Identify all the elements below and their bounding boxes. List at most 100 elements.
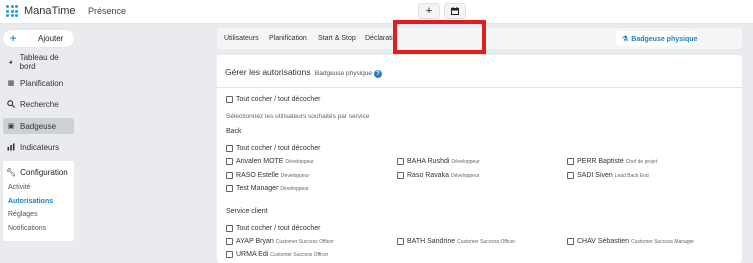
calendar-icon bbox=[451, 7, 459, 15]
panel-title-text: Gérer les autorisations bbox=[225, 67, 311, 77]
sidebar-item-label: Indicateurs bbox=[20, 142, 60, 152]
sidebar: + Ajouter ◕ Tableau de bord ▦ Planificat… bbox=[0, 24, 78, 263]
user-role: Chef de projet bbox=[625, 158, 658, 165]
check-all-label: Tout cocher / tout décocher bbox=[236, 225, 321, 232]
user-role: Développeur bbox=[285, 158, 314, 165]
user-role: Lead Back End bbox=[614, 172, 649, 179]
configuration-menu: 🔧︎ Configuration Activité Autorisations … bbox=[3, 161, 74, 241]
checkbox[interactable] bbox=[226, 251, 233, 258]
user-name: Raso Ravaka bbox=[407, 172, 450, 179]
user-role: Customer Success Officer bbox=[270, 251, 329, 258]
tab-declarations[interactable]: Déclarati bbox=[365, 35, 393, 42]
sidebar-item-badgeuse[interactable]: ▣ Badgeuse bbox=[3, 118, 74, 134]
sidebar-item-planification[interactable]: ▦ Planification bbox=[3, 75, 74, 91]
check-all-label: Tout cocher / tout décocher bbox=[236, 96, 321, 103]
checkbox[interactable] bbox=[397, 158, 404, 165]
calendar-button[interactable] bbox=[444, 3, 466, 19]
user-row[interactable]: Test Manager Développeur bbox=[226, 185, 309, 192]
user-role: Développeur bbox=[280, 172, 310, 179]
user-role: Développeur bbox=[451, 158, 480, 165]
configuration-label: Configuration bbox=[20, 168, 68, 177]
check-all-global[interactable]: Tout cocher / tout décocher bbox=[226, 96, 320, 103]
user-row[interactable]: Raso Ravaka Développeur bbox=[397, 172, 479, 179]
tab-label: Badgeuse physique bbox=[631, 36, 698, 43]
section-title-back: Back bbox=[226, 128, 242, 135]
user-name: RASO Estelle bbox=[236, 172, 279, 179]
user-row[interactable]: CHAV Sébastien Customer Success Manager bbox=[567, 238, 694, 245]
checkbox[interactable] bbox=[226, 185, 233, 192]
sidebar-item-dashboard[interactable]: ◕ Tableau de bord bbox=[3, 53, 74, 71]
tab-badgeuse-physique[interactable]: ⚗︎ Badgeuse physique bbox=[616, 31, 698, 46]
submenu-autorisations[interactable]: Autorisations bbox=[8, 198, 53, 205]
panel-subtitle: Badgeuse physique bbox=[314, 70, 372, 77]
sidebar-item-indicators[interactable]: Indicateurs bbox=[3, 139, 74, 155]
user-role: Customer Success Officer bbox=[457, 238, 516, 245]
user-name: Arivalen MOTE bbox=[236, 158, 284, 165]
user-name: PERR Baptiste bbox=[577, 158, 624, 165]
checkbox[interactable] bbox=[567, 158, 574, 165]
user-role: Développeur bbox=[451, 172, 480, 179]
add-menu-button[interactable]: + Ajouter bbox=[3, 30, 74, 47]
flask-icon: ⚗︎ bbox=[622, 36, 629, 43]
search-icon bbox=[7, 100, 15, 108]
logo[interactable]: ManaTime bbox=[6, 5, 76, 17]
hint-text: Sélectionnez les utilisateurs souhaités … bbox=[226, 113, 370, 120]
user-row[interactable]: RASO Estelle Développeur bbox=[226, 172, 309, 179]
page-title: Présence bbox=[88, 6, 127, 16]
user-role: Customer Success Officer bbox=[275, 238, 334, 245]
checkbox[interactable] bbox=[226, 145, 233, 152]
configuration-header[interactable]: 🔧︎ Configuration bbox=[6, 168, 68, 177]
app-name: ManaTime bbox=[24, 5, 76, 17]
user-row[interactable]: SADI Siven Lead Back End bbox=[567, 172, 649, 179]
authorizations-panel: Gérer les autorisations Badgeuse physiqu… bbox=[217, 55, 742, 263]
checkbox[interactable] bbox=[567, 172, 574, 179]
checkbox[interactable] bbox=[397, 172, 404, 179]
checkbox[interactable] bbox=[567, 238, 574, 245]
user-name: CHAV Sébastien bbox=[577, 238, 630, 245]
logo-icon bbox=[6, 5, 18, 17]
submenu-notifications[interactable]: Notifications bbox=[8, 225, 46, 232]
user-role: Customer Success Manager bbox=[631, 238, 695, 245]
checkbox[interactable] bbox=[226, 238, 233, 245]
tab-planification[interactable]: Planification bbox=[269, 35, 307, 42]
user-row[interactable]: BATH Sandrine Customer Success Officer bbox=[397, 238, 515, 245]
user-name: BATH Sandrine bbox=[407, 238, 456, 245]
submenu-activite[interactable]: Activité bbox=[8, 184, 31, 191]
checkbox[interactable] bbox=[226, 158, 233, 165]
dashboard-icon: ◕ bbox=[8, 58, 13, 66]
sidebar-item-label: Planification bbox=[20, 78, 64, 88]
tab-start-stop[interactable]: Start & Stop bbox=[318, 35, 356, 42]
checkbox[interactable] bbox=[226, 96, 233, 103]
check-all-back[interactable]: Tout cocher / tout décocher bbox=[226, 145, 320, 152]
user-name: BAHA Rushdi bbox=[407, 158, 450, 165]
highlight-box bbox=[393, 20, 486, 54]
user-row[interactable]: PERR Baptiste Chef de projet bbox=[567, 158, 657, 165]
divider bbox=[217, 87, 742, 88]
add-label: Ajouter bbox=[38, 34, 64, 43]
checkbox[interactable] bbox=[226, 172, 233, 179]
sidebar-item-search[interactable]: Recherche bbox=[3, 96, 74, 112]
user-row[interactable]: URMA Edi Customer Success Officer bbox=[226, 251, 328, 258]
submenu-reglages[interactable]: Réglages bbox=[8, 211, 38, 218]
user-row[interactable]: Arivalen MOTE Développeur bbox=[226, 158, 314, 165]
help-icon[interactable]: ? bbox=[374, 70, 382, 78]
plus-icon: + bbox=[10, 32, 17, 45]
top-bar: ManaTime Présence + bbox=[0, 0, 753, 24]
panel-title: Gérer les autorisations Badgeuse physiqu… bbox=[225, 67, 382, 78]
user-name: SADI Siven bbox=[577, 172, 613, 179]
sidebar-item-label: Recherche bbox=[20, 99, 59, 109]
check-all-label: Tout cocher / tout décocher bbox=[236, 145, 321, 152]
sidebar-item-label: Tableau de bord bbox=[19, 53, 59, 71]
section-title-service-client: Service client bbox=[226, 208, 268, 215]
wrench-icon: 🔧︎ bbox=[6, 168, 17, 177]
calendar-icon: ▦ bbox=[7, 80, 15, 87]
user-role: Développeur bbox=[280, 185, 309, 192]
check-all-service-client[interactable]: Tout cocher / tout décocher bbox=[226, 225, 320, 232]
checkbox[interactable] bbox=[226, 225, 233, 232]
tab-utilisateurs[interactable]: Utilisateurs bbox=[224, 35, 259, 42]
badge-icon: ▣ bbox=[7, 123, 15, 130]
user-row[interactable]: BAHA Rushdi Développeur bbox=[397, 158, 480, 165]
user-row[interactable]: AYAP Bryan Customer Success Officer bbox=[226, 238, 334, 245]
checkbox[interactable] bbox=[397, 238, 404, 245]
add-button[interactable]: + bbox=[418, 3, 440, 19]
